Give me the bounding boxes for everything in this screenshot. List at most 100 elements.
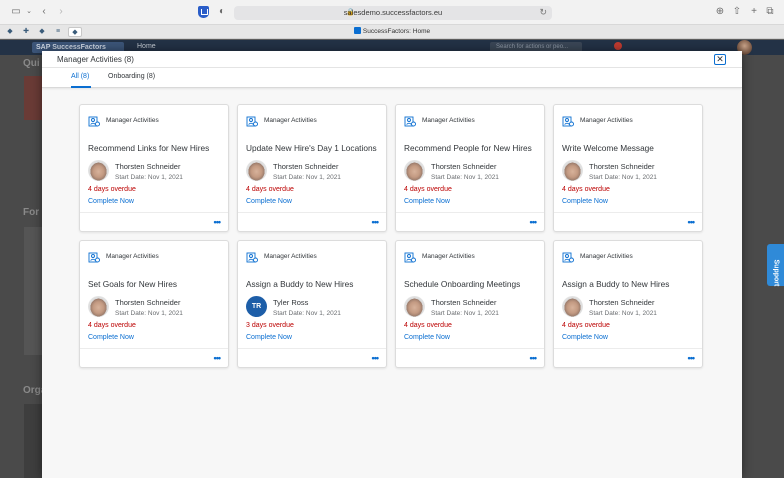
person-name: Thorsten Schneider [273, 162, 339, 171]
active-tab-indicator [71, 86, 91, 88]
tab-onboarding[interactable]: Onboarding (8) [108, 73, 155, 80]
start-date: Start Date: Nov 1, 2021 [273, 310, 341, 317]
complete-now-link[interactable]: Complete Now [246, 198, 292, 205]
chevron-down-icon[interactable]: ⌄ [23, 6, 35, 18]
card-type: Manager Activities [580, 253, 633, 260]
for-you-heading: For [23, 207, 40, 218]
activity-card[interactable]: Manager Activities Write Welcome Message… [553, 104, 703, 232]
card-title: Assign a Buddy to New Hires [562, 279, 670, 289]
home-menu: Home [137, 43, 156, 50]
start-date: Start Date: Nov 1, 2021 [115, 310, 183, 317]
avatar-photo [404, 296, 425, 317]
bg-image [24, 404, 42, 478]
more-options-icon[interactable]: ••• [214, 353, 222, 363]
complete-now-link[interactable]: Complete Now [246, 334, 292, 341]
card-footer: ••• [396, 348, 544, 367]
overdue-status: 4 days overdue [404, 186, 452, 193]
person-name: Thorsten Schneider [431, 162, 497, 171]
avatar [88, 160, 109, 181]
tab-overview-icon[interactable]: ⧉ [764, 6, 776, 18]
more-options-icon[interactable]: ••• [688, 217, 696, 227]
manager-activities-icon [246, 116, 258, 127]
card-title: Write Welcome Message [562, 143, 654, 153]
start-date: Start Date: Nov 1, 2021 [589, 310, 657, 317]
quick-actions-heading: Qui [23, 58, 40, 69]
card-footer: ••• [80, 212, 228, 231]
card-type: Manager Activities [422, 117, 475, 124]
url-text: salesdemo.successfactors.eu [343, 8, 443, 17]
manager-activities-icon [562, 252, 574, 263]
activity-card[interactable]: Manager Activities Schedule Onboarding M… [395, 240, 545, 368]
card-title: Recommend Links for New Hires [88, 143, 210, 153]
card-footer: ••• [396, 212, 544, 231]
address-bar[interactable]: 🔒 salesdemo.successfactors.eu ↻ [234, 6, 552, 20]
person-name: Tyler Ross [273, 298, 309, 307]
person-name: Thorsten Schneider [115, 162, 181, 171]
card-footer: ••• [238, 348, 386, 367]
tab-all[interactable]: All (8) [71, 73, 89, 80]
activity-card[interactable]: Manager Activities Set Goals for New Hir… [79, 240, 229, 368]
bg-tile [24, 76, 42, 120]
avatar [246, 160, 267, 181]
card-type: Manager Activities [580, 117, 633, 124]
close-button[interactable]: ✕ [714, 54, 726, 65]
avatar-initials: TR [246, 296, 267, 317]
person-name: Thorsten Schneider [589, 162, 655, 171]
more-options-icon[interactable]: ••• [530, 217, 538, 227]
support-label: Support [772, 259, 780, 287]
new-tab-icon[interactable]: + [748, 6, 760, 18]
activity-card[interactable]: Manager Activities Recommend People for … [395, 104, 545, 232]
reload-icon[interactable]: ↻ [539, 7, 547, 18]
manager-activities-icon [88, 116, 100, 127]
start-date: Start Date: Nov 1, 2021 [273, 174, 341, 181]
activity-card[interactable]: Manager Activities Assign a Buddy to New… [553, 240, 703, 368]
more-options-icon[interactable]: ••• [688, 353, 696, 363]
avatar-photo [404, 160, 425, 181]
sidebar-toggle-icon[interactable]: ▭ [10, 6, 22, 18]
start-date: Start Date: Nov 1, 2021 [431, 174, 499, 181]
card-title: Schedule Onboarding Meetings [404, 279, 521, 289]
card-footer: ••• [238, 212, 386, 231]
dialog-title: Manager Activities (8) [57, 55, 134, 64]
activity-card[interactable]: Manager Activities Update New Hire's Day… [237, 104, 387, 232]
manager-activities-icon [88, 252, 100, 263]
overdue-status: 4 days overdue [562, 322, 610, 329]
activity-card[interactable]: Manager Activities Recommend Links for N… [79, 104, 229, 232]
support-button[interactable]: Support [767, 244, 784, 286]
activity-card[interactable]: Manager Activities Assign a Buddy to New… [237, 240, 387, 368]
complete-now-link[interactable]: Complete Now [562, 334, 608, 341]
avatar-photo [562, 296, 583, 317]
dialog-header: Manager Activities (8) ✕ [42, 51, 742, 68]
complete-now-link[interactable]: Complete Now [404, 334, 450, 341]
forward-arrow-icon[interactable]: › [55, 6, 67, 18]
share-icon[interactable]: ⇧ [731, 6, 743, 18]
card-title: Recommend People for New Hires [404, 143, 532, 153]
start-date: Start Date: Nov 1, 2021 [589, 174, 657, 181]
complete-now-link[interactable]: Complete Now [88, 198, 134, 205]
avatar-photo [88, 160, 109, 181]
start-date: Start Date: Nov 1, 2021 [431, 310, 499, 317]
card-title: Update New Hire's Day 1 Locations [246, 143, 377, 153]
card-footer: ••• [554, 348, 702, 367]
more-options-icon[interactable]: ••• [372, 353, 380, 363]
manager-activities-dialog: Manager Activities (8) ✕ All (8) Onboard… [42, 51, 742, 478]
notification-badge [614, 42, 622, 50]
more-options-icon[interactable]: ••• [214, 217, 222, 227]
manager-activities-icon [562, 116, 574, 127]
complete-now-link[interactable]: Complete Now [562, 198, 608, 205]
back-arrow-icon[interactable]: ‹ [38, 6, 50, 18]
card-title: Set Goals for New Hires [88, 279, 177, 289]
privacy-shield-icon[interactable] [198, 6, 209, 18]
complete-now-link[interactable]: Complete Now [88, 334, 134, 341]
avatar: TR [246, 296, 267, 317]
reader-icon[interactable]: ◐ [216, 6, 228, 18]
active-tab[interactable]: SuccessFactors: Home [0, 27, 784, 35]
download-icon[interactable]: ⊕ [714, 6, 726, 18]
avatar [562, 296, 583, 317]
card-footer: ••• [554, 212, 702, 231]
complete-now-link[interactable]: Complete Now [404, 198, 450, 205]
avatar [88, 296, 109, 317]
more-options-icon[interactable]: ••• [530, 353, 538, 363]
start-date: Start Date: Nov 1, 2021 [115, 174, 183, 181]
more-options-icon[interactable]: ••• [372, 217, 380, 227]
